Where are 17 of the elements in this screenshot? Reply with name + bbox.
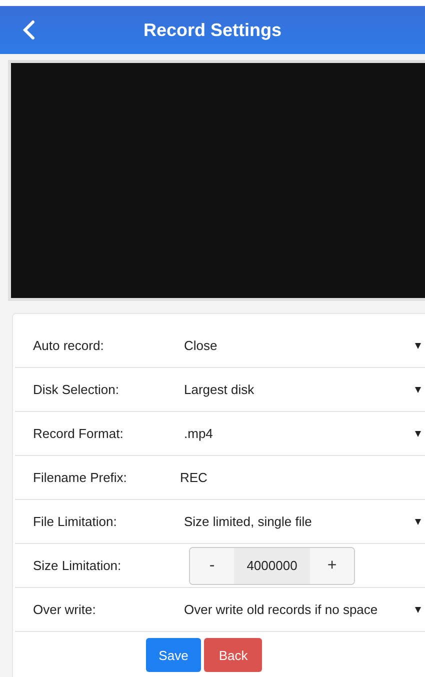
prefix-field[interactable]: REC: [164, 470, 208, 485]
caret-icon: [415, 342, 421, 348]
setting-label: Record Format:: [32, 426, 124, 441]
setting-label: Filename Prefix:: [32, 470, 128, 485]
back-icon[interactable]: [22, 20, 36, 40]
setting-label: Disk Selection:: [32, 382, 120, 397]
caret-icon: [415, 386, 421, 392]
setting-label: Over write:: [32, 602, 97, 617]
save-button[interactable]: Save: [146, 638, 202, 672]
caret-icon: [415, 430, 421, 436]
page-title: Record Settings: [143, 20, 282, 40]
caret-icon: [415, 518, 421, 524]
setting-label: Auto record:: [32, 338, 105, 353]
back-button[interactable]: Back: [204, 638, 262, 672]
setting-label: Size Limitation:: [32, 558, 122, 573]
setting-label: File Limitation:: [32, 514, 118, 529]
caret-icon: [415, 606, 421, 612]
